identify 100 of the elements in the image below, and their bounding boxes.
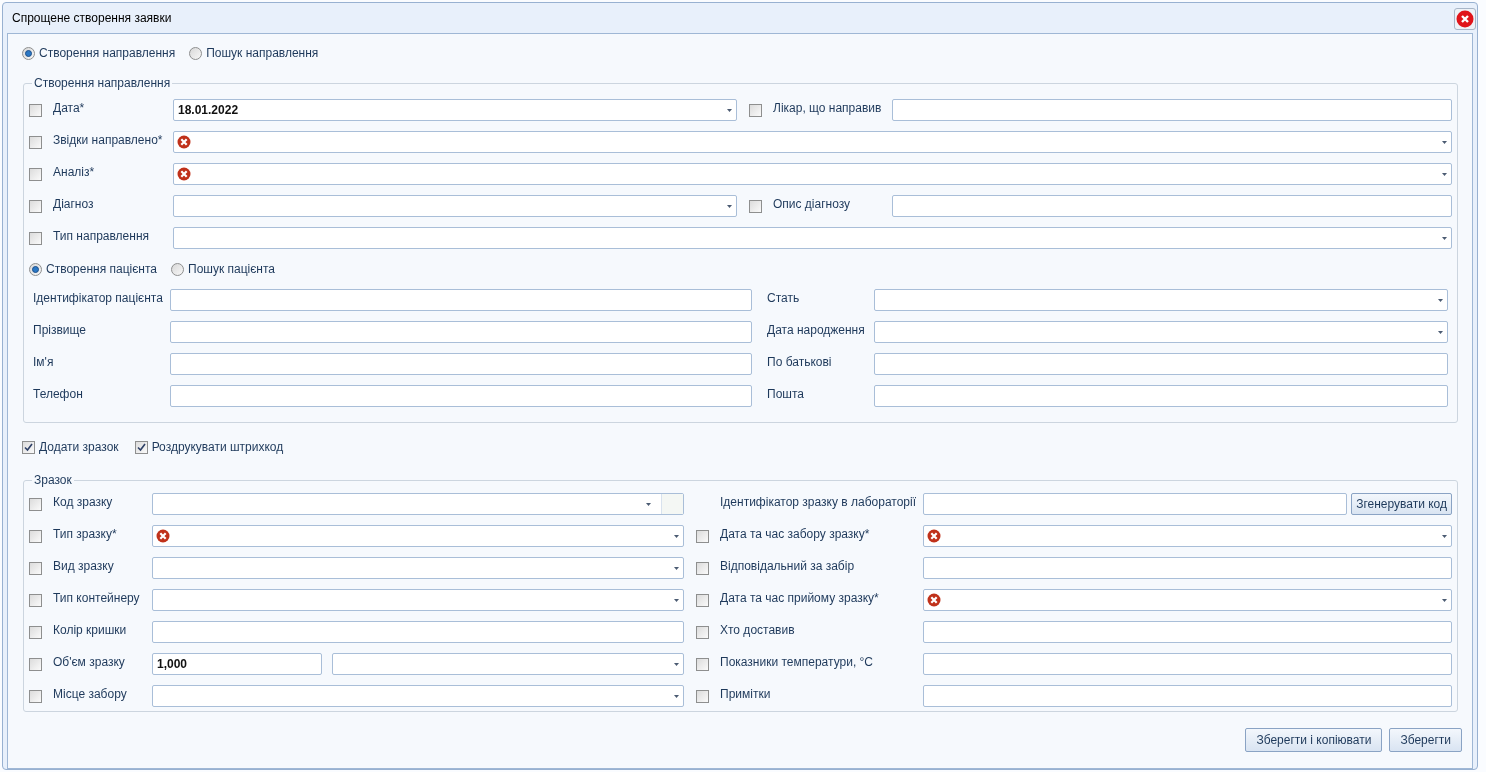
checkbox[interactable] xyxy=(29,231,42,245)
caret-icon[interactable] xyxy=(1442,172,1447,176)
checkbox[interactable] xyxy=(29,167,42,181)
caret-icon[interactable] xyxy=(727,108,732,112)
dropdown-field[interactable] xyxy=(874,289,1448,311)
checkbox[interactable] xyxy=(29,103,42,117)
caret-icon[interactable] xyxy=(1438,298,1443,302)
checkbox[interactable] xyxy=(22,440,35,454)
input-field[interactable] xyxy=(170,385,752,407)
error-icon xyxy=(927,529,941,543)
dropdown-field[interactable] xyxy=(923,525,1452,547)
radio-button[interactable] xyxy=(22,46,35,60)
close-icon xyxy=(1456,10,1474,28)
checkbox[interactable] xyxy=(134,440,148,454)
dropdown-field[interactable] xyxy=(152,589,684,611)
error-icon xyxy=(156,529,170,543)
field-label: Ідентифікатор пацієнта xyxy=(33,290,164,307)
checkbox[interactable] xyxy=(29,529,42,543)
dropdown-field[interactable] xyxy=(152,525,684,547)
input-field[interactable] xyxy=(874,385,1448,407)
checkbox[interactable] xyxy=(696,657,709,671)
field-label: По батькові xyxy=(767,354,833,371)
input-field[interactable] xyxy=(892,99,1452,121)
dropdown-field[interactable] xyxy=(332,653,684,675)
input-field[interactable] xyxy=(923,493,1348,515)
dropdown-field[interactable] xyxy=(173,163,1452,185)
dropdown-field[interactable] xyxy=(173,195,737,217)
dropdown-field[interactable] xyxy=(152,685,684,707)
radio-button[interactable] xyxy=(171,262,184,276)
input-field[interactable] xyxy=(923,557,1452,579)
field-label: Опис діагнозу xyxy=(773,196,852,213)
dropdown-field[interactable]: 18.01.2022 xyxy=(173,99,737,121)
dropdown-field[interactable] xyxy=(152,493,684,515)
checkbox[interactable] xyxy=(696,625,709,639)
field-label: Вид зразку xyxy=(53,558,115,575)
caret-icon[interactable] xyxy=(1442,598,1447,602)
window-title: Спрощене створення заявки xyxy=(12,10,173,27)
input-field[interactable] xyxy=(892,195,1452,217)
checkbox[interactable] xyxy=(696,561,709,575)
checkbox[interactable] xyxy=(29,497,42,511)
caret-icon[interactable] xyxy=(1442,534,1447,538)
radio-button[interactable] xyxy=(189,46,203,60)
caret-icon[interactable] xyxy=(1442,140,1447,144)
caret-icon[interactable] xyxy=(674,662,679,666)
input-field[interactable] xyxy=(923,653,1452,675)
caret-icon[interactable] xyxy=(646,502,651,506)
caret-icon[interactable] xyxy=(1442,236,1447,240)
group-title: Зразок xyxy=(32,473,74,487)
input-field[interactable] xyxy=(170,353,752,375)
dropdown-field[interactable] xyxy=(874,321,1448,343)
dropdown-field[interactable] xyxy=(923,589,1452,611)
field-label: Телефон xyxy=(33,386,84,403)
input-field[interactable] xyxy=(170,321,752,343)
field-label: Тип контейнеру xyxy=(53,590,141,607)
caret-icon[interactable] xyxy=(674,566,679,570)
dropdown-field[interactable] xyxy=(173,227,1452,249)
field-label: Дата* xyxy=(53,100,86,117)
dropdown-field[interactable] xyxy=(173,131,1452,153)
close-button[interactable] xyxy=(1454,8,1476,30)
save-button[interactable]: Зберегти і копіювати xyxy=(1245,728,1383,752)
input-field[interactable] xyxy=(874,353,1448,375)
checkbox[interactable] xyxy=(696,689,709,703)
input-field[interactable] xyxy=(923,621,1452,643)
checkbox[interactable] xyxy=(29,561,42,575)
checkbox[interactable] xyxy=(29,199,42,213)
field-label: Пошта xyxy=(767,386,805,403)
input-field[interactable] xyxy=(170,289,752,311)
caret-icon[interactable] xyxy=(674,534,679,538)
input-field[interactable] xyxy=(923,685,1452,707)
caret-icon[interactable] xyxy=(1438,330,1443,334)
field-label: Ідентифікатор зразку в лабораторії xyxy=(720,494,917,511)
caret-icon[interactable] xyxy=(674,598,679,602)
radio-label: Пошук направлення xyxy=(206,45,319,62)
save-button[interactable]: Зберегти xyxy=(1389,728,1462,752)
field-label: Лікар, що направив xyxy=(773,100,883,117)
input-field[interactable] xyxy=(152,621,684,643)
checkbox[interactable] xyxy=(696,529,709,543)
input-field[interactable]: 1,000 xyxy=(152,653,322,675)
field-label: Дата та час прийому зразку* xyxy=(720,590,880,607)
checkbox[interactable] xyxy=(749,199,762,213)
checkbox[interactable] xyxy=(696,593,709,607)
checkbox[interactable] xyxy=(29,689,42,703)
radio-button[interactable] xyxy=(29,262,42,276)
checkbox[interactable] xyxy=(29,657,42,671)
caret-icon[interactable] xyxy=(727,204,732,208)
generate-code-button[interactable]: Згенерувати код xyxy=(1351,493,1452,515)
field-label: Ім'я xyxy=(33,354,55,371)
field-label: Код зразку xyxy=(53,494,114,511)
field-label: Звідки направлено* xyxy=(53,132,164,149)
field-label: Тип направлення xyxy=(53,228,150,245)
checkbox[interactable] xyxy=(29,135,42,149)
caret-icon[interactable] xyxy=(674,694,679,698)
checkbox[interactable] xyxy=(749,103,762,117)
checkmark-icon xyxy=(136,442,146,452)
dropdown-field[interactable] xyxy=(152,557,684,579)
checkmark-icon xyxy=(24,442,33,452)
checkbox[interactable] xyxy=(29,625,42,639)
field-label: Стать xyxy=(767,290,801,307)
checkbox[interactable] xyxy=(29,593,42,607)
group-title: Створення направлення xyxy=(32,76,173,90)
